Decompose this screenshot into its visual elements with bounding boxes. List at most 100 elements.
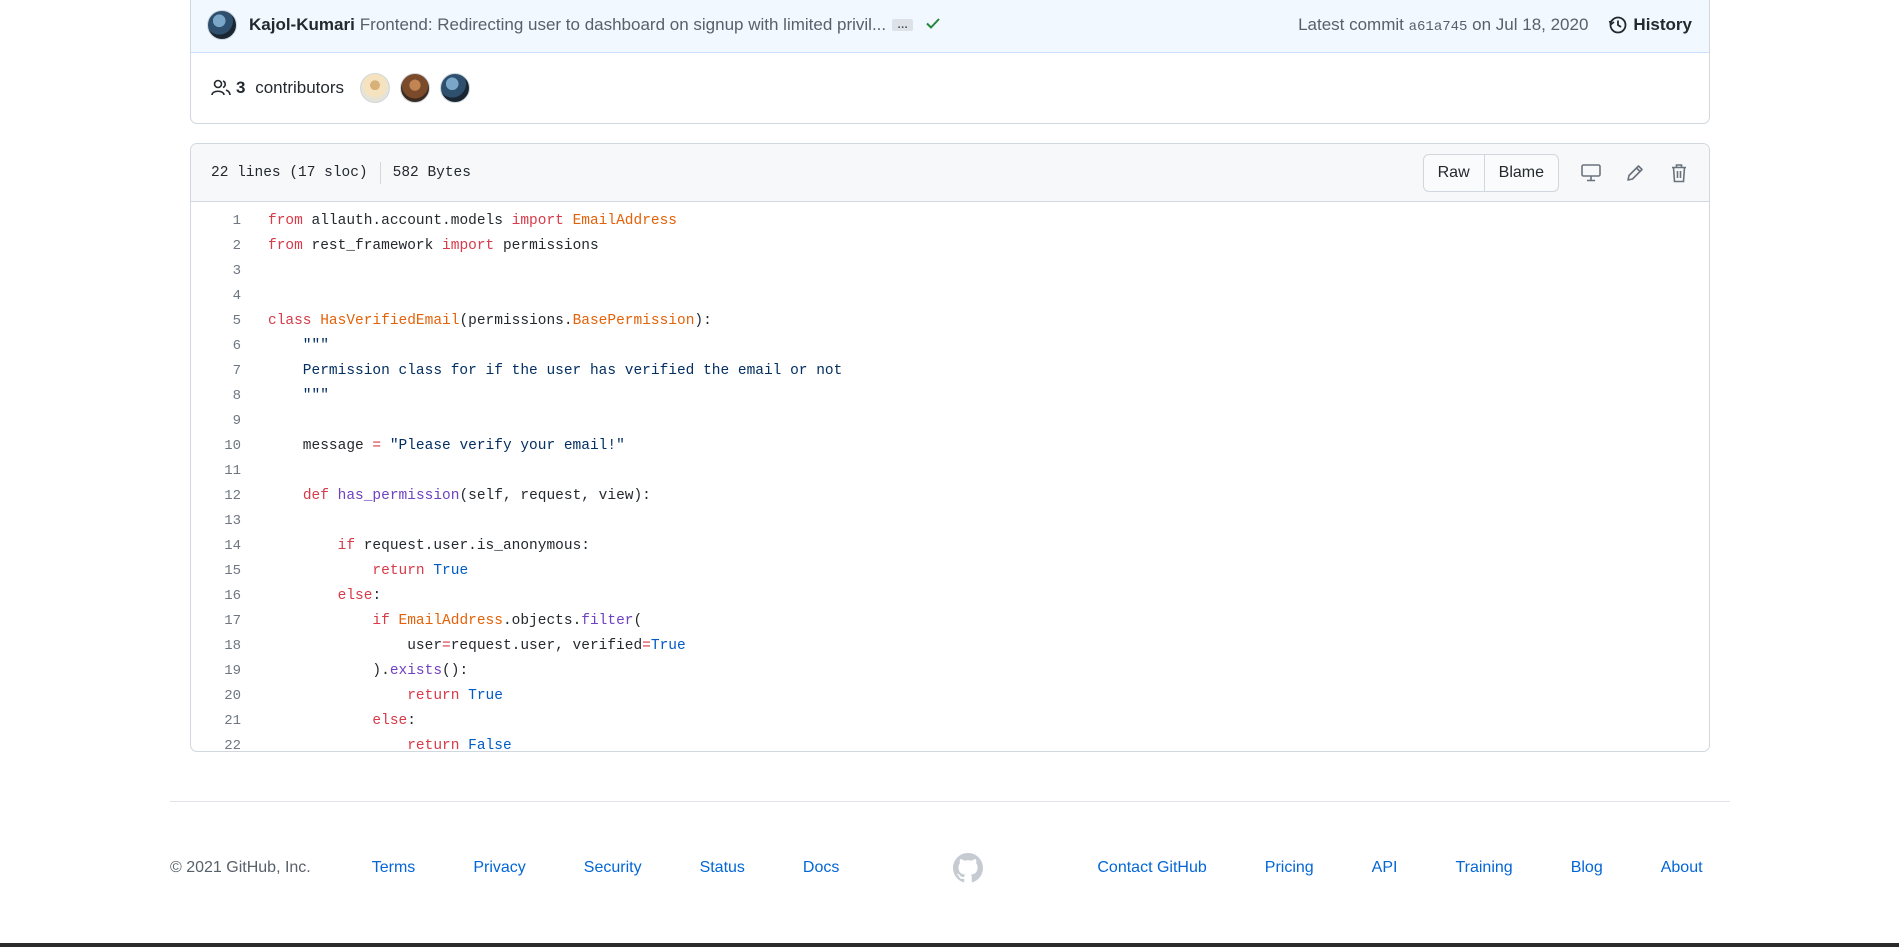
footer-link-api[interactable]: API (1372, 859, 1398, 877)
code-line: 16 else: (191, 583, 1709, 608)
history-label: History (1633, 15, 1692, 34)
code-line: 21 else: (191, 708, 1709, 733)
line-code: from rest_framework import permissions (268, 237, 599, 254)
trash-icon[interactable] (1667, 161, 1691, 185)
footer-link-terms[interactable]: Terms (372, 859, 416, 877)
line-number[interactable]: 19 (191, 663, 241, 679)
github-logo-icon[interactable] (953, 853, 984, 883)
line-number[interactable]: 12 (191, 488, 241, 504)
footer-link-pricing[interactable]: Pricing (1265, 859, 1314, 877)
line-code: def has_permission(self, request, view): (302, 487, 651, 504)
code-line: 18 user=request.user, verified=True (191, 633, 1709, 658)
file-line-count: 22 lines (17 sloc) (211, 164, 368, 181)
code-line: 14 if request.user.is_anonymous: (191, 533, 1709, 558)
file-header: 22 lines (17 sloc) 582 Bytes Raw Blame (191, 144, 1709, 202)
footer-link-about[interactable]: About (1661, 859, 1703, 877)
file-viewer: 22 lines (17 sloc) 582 Bytes Raw Blame 1… (190, 143, 1710, 752)
code-line: 4 (191, 283, 1709, 308)
line-code: ).exists(): (268, 662, 469, 679)
line-code: else: (337, 587, 382, 604)
line-number[interactable]: 5 (191, 313, 241, 329)
line-number[interactable]: 15 (191, 563, 241, 579)
contributor-avatar[interactable] (400, 73, 431, 103)
history-link[interactable]: History (1608, 15, 1692, 35)
code-line: 11 (191, 458, 1709, 483)
footer-link-contact[interactable]: Contact GitHub (1097, 859, 1206, 877)
line-code: return True (407, 687, 503, 704)
line-number[interactable]: 21 (191, 713, 241, 729)
line-number[interactable]: 4 (191, 288, 241, 304)
footer-link-privacy[interactable]: Privacy (473, 859, 525, 877)
line-code: class HasVerifiedEmail(permissions.BaseP… (268, 312, 712, 329)
code-blob: 1 from allauth.account.models import Emai… (191, 202, 1709, 752)
line-number[interactable]: 10 (191, 438, 241, 454)
commit-message-link[interactable]: Frontend: Redirecting user to dashboard … (360, 15, 886, 35)
line-number[interactable]: 13 (191, 513, 241, 529)
line-code: else: (372, 712, 416, 729)
people-icon (211, 79, 231, 96)
latest-commit-bar: Kajol-Kumari Frontend: Redirecting user … (191, 0, 1709, 53)
check-icon[interactable] (925, 15, 941, 36)
contributor-avatar[interactable] (360, 73, 391, 103)
code-line: 10 message = "Please verify your email!" (191, 433, 1709, 458)
line-number[interactable]: 1 (191, 213, 241, 229)
raw-button[interactable]: Raw (1424, 155, 1484, 191)
history-icon (1609, 16, 1627, 34)
line-code: user=request.user, verified=True (268, 637, 686, 654)
line-code: """ (268, 387, 329, 404)
file-size: 582 Bytes (392, 164, 471, 181)
commit-sha-link[interactable]: a61a745 (1409, 19, 1468, 35)
footer-divider (170, 801, 1730, 802)
latest-commit-label: Latest commit a61a745 on Jul 18, 2020 (1298, 15, 1588, 35)
line-number[interactable]: 16 (191, 588, 241, 604)
line-number[interactable]: 7 (191, 363, 241, 379)
line-number[interactable]: 20 (191, 688, 241, 704)
contributors-label: contributors (255, 78, 345, 97)
footer-link-status[interactable]: Status (700, 859, 745, 877)
line-number[interactable]: 22 (191, 738, 241, 752)
line-number[interactable]: 3 (191, 263, 241, 279)
line-number[interactable]: 2 (191, 238, 241, 254)
line-number[interactable]: 11 (191, 463, 241, 479)
code-line: 19 ).exists(): (191, 658, 1709, 683)
code-line: 1 from allauth.account.models import Emai… (191, 208, 1709, 233)
footer-link-blog[interactable]: Blog (1571, 859, 1603, 877)
code-line: 5 class HasVerifiedEmail(permissions.Base… (191, 308, 1709, 333)
commit-date: on Jul 18, 2020 (1472, 15, 1589, 34)
line-code: Permission class for if the user has ver… (268, 362, 843, 379)
footer-link-training[interactable]: Training (1455, 859, 1512, 877)
desktop-icon[interactable] (1579, 161, 1603, 185)
contributor-avatar[interactable] (440, 73, 471, 103)
line-code: from allauth.account.models import Email… (268, 212, 677, 229)
code-line: 3 (191, 258, 1709, 283)
divider (379, 161, 381, 184)
code-line: 9 (191, 408, 1709, 433)
commit-box: Kajol-Kumari Frontend: Redirecting user … (190, 0, 1710, 124)
contributors-count: 3 (236, 78, 246, 97)
line-number[interactable]: 18 (191, 638, 241, 654)
contributors-link[interactable]: 3 contributors (236, 78, 344, 98)
commit-author-link[interactable]: Kajol-Kumari (249, 15, 355, 35)
pencil-icon[interactable] (1623, 161, 1647, 185)
copyright: © 2021 GitHub, Inc. (170, 859, 311, 876)
line-code: message = "Please verify your email!" (268, 437, 625, 454)
code-line: 15 return True (191, 558, 1709, 583)
taskbar-edge (0, 943, 1899, 947)
code-line: 17 if EmailAddress.objects.filter( (191, 608, 1709, 633)
code-line: 13 (191, 508, 1709, 533)
line-number[interactable]: 8 (191, 388, 241, 404)
contributor-avatars (360, 73, 471, 103)
footer-link-security[interactable]: Security (584, 859, 642, 877)
code-line: 7 Permission class for if the user has v… (191, 358, 1709, 383)
line-number[interactable]: 17 (191, 613, 241, 629)
line-number[interactable]: 14 (191, 538, 241, 554)
footer-link-docs[interactable]: Docs (803, 859, 839, 877)
line-number[interactable]: 6 (191, 338, 241, 354)
line-code: if EmailAddress.objects.filter( (372, 612, 643, 629)
contributors-row: 3 contributors (191, 53, 1709, 123)
code-line: 20 return True (191, 683, 1709, 708)
blame-button[interactable]: Blame (1483, 154, 1558, 191)
expand-commit-button[interactable]: … (892, 19, 914, 31)
line-number[interactable]: 9 (191, 413, 241, 429)
author-avatar[interactable] (207, 10, 237, 40)
